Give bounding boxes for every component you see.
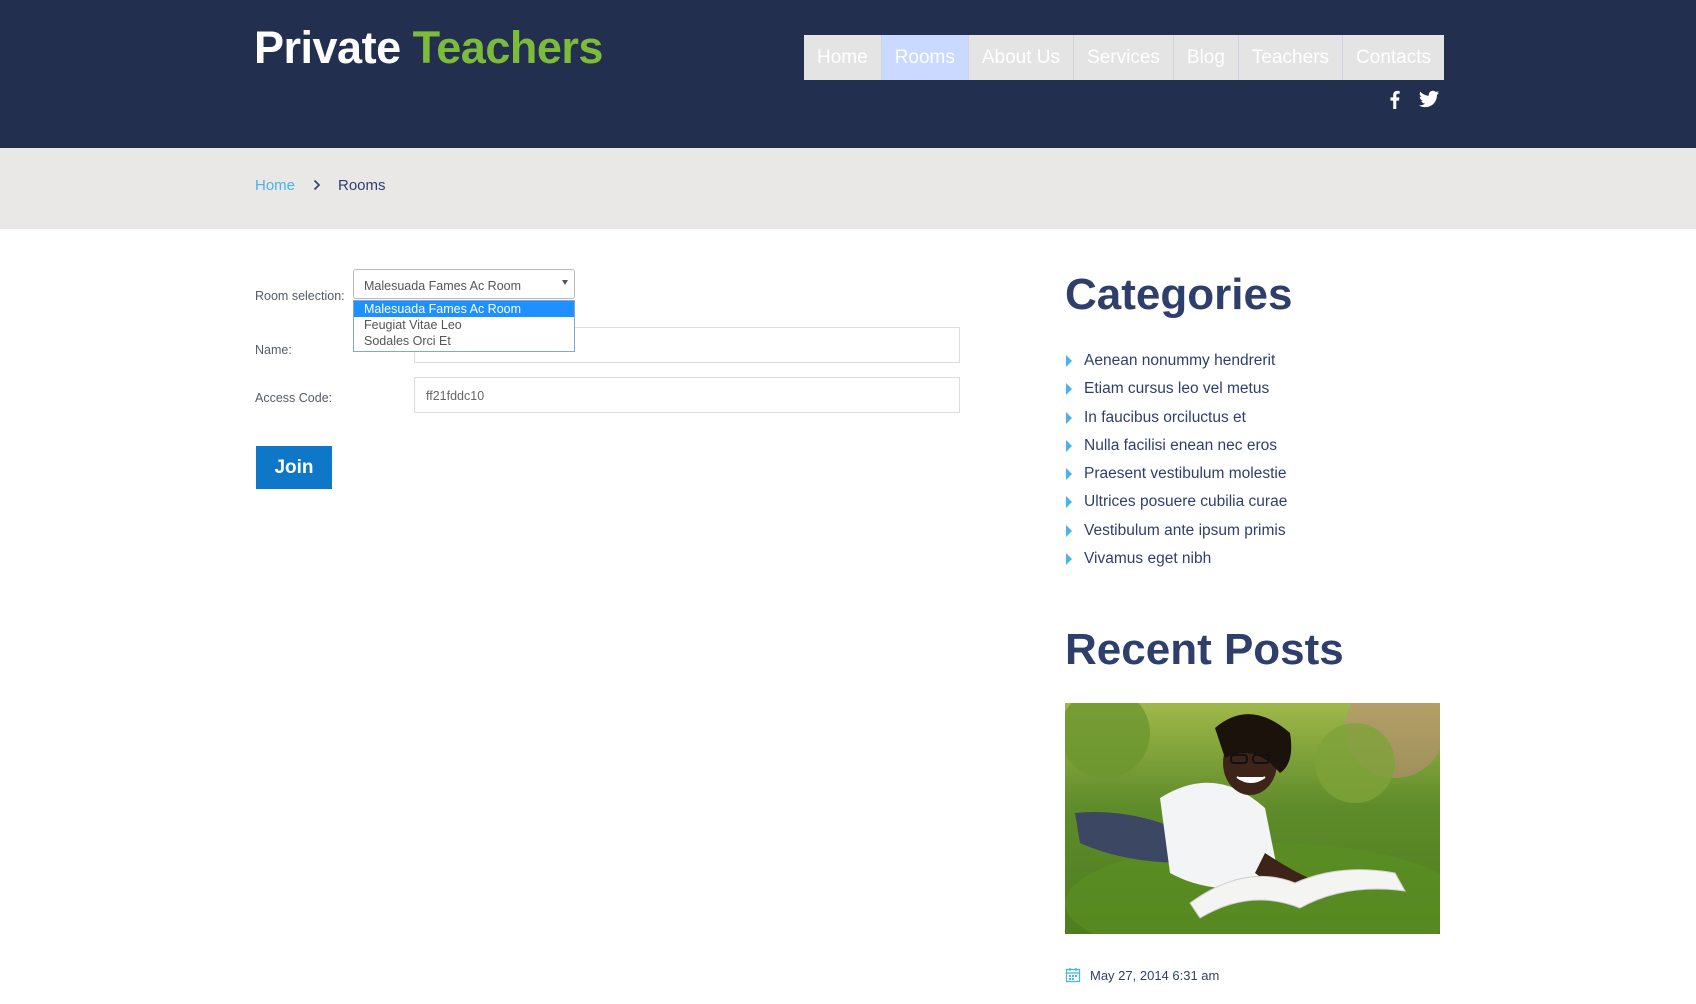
category-label: Praesent vestibulum molestie [1084, 465, 1287, 483]
room-select-value: Malesuada Fames Ac Room [364, 279, 522, 293]
categories-list: Aenean nonummy hendrerit Etiam cursus le… [1066, 350, 1287, 576]
category-label: Ultrices posuere cubilia curae [1084, 493, 1288, 511]
room-select[interactable]: Malesuada Fames Ac Room [353, 269, 575, 299]
caret-down-icon [562, 280, 568, 285]
caret-right-icon [1066, 468, 1072, 481]
category-item[interactable]: In faucibus orciluctus et [1066, 407, 1287, 435]
site-header: Private Teachers Home Rooms About Us Ser… [0, 0, 1696, 148]
room-dropdown-list: Malesuada Fames Ac Room Feugiat Vitae Le… [353, 300, 575, 352]
category-item[interactable]: Praesent vestibulum molestie [1066, 463, 1287, 491]
room-option[interactable]: Sodales Orci Et [354, 333, 574, 349]
main-nav: Home Rooms About Us Services Blog Teache… [804, 35, 1445, 80]
name-label: Name: [255, 343, 292, 357]
caret-right-icon [1066, 383, 1072, 396]
category-item[interactable]: Etiam cursus leo vel metus [1066, 378, 1287, 406]
nav-home[interactable]: Home [804, 35, 882, 80]
caret-right-icon [1066, 411, 1072, 424]
caret-right-icon [1066, 355, 1072, 367]
category-item[interactable]: Vivamus eget nibh [1066, 548, 1287, 576]
caret-right-icon [1066, 553, 1072, 566]
category-item[interactable]: Ultrices posuere cubilia curae [1066, 491, 1287, 519]
recent-post-image[interactable] [1065, 703, 1440, 934]
facebook-icon[interactable] [1384, 88, 1406, 110]
breadcrumb-home-link[interactable]: Home [255, 177, 295, 194]
caret-right-icon [1066, 439, 1072, 452]
room-option[interactable]: Malesuada Fames Ac Room [354, 301, 574, 317]
calendar-icon [1065, 967, 1081, 983]
room-selection-label: Room selection: [255, 289, 345, 303]
nav-contacts[interactable]: Contacts [1343, 35, 1444, 80]
nav-about-us[interactable]: About Us [969, 35, 1075, 80]
caret-right-icon [1066, 496, 1072, 509]
categories-heading: Categories [1065, 270, 1293, 319]
category-label: In faucibus orciluctus et [1084, 408, 1246, 426]
category-label: Vestibulum ante ipsum primis [1084, 521, 1286, 539]
category-item[interactable]: Aenean nonummy hendrerit [1066, 350, 1287, 378]
join-button[interactable]: Join [256, 446, 332, 489]
access-code-field[interactable]: ff21fddc10 [414, 377, 960, 413]
category-label: Etiam cursus leo vel metus [1084, 380, 1270, 398]
nav-blog[interactable]: Blog [1174, 35, 1239, 80]
post-date: May 27, 2014 6:31 am [1090, 968, 1220, 983]
nav-teachers[interactable]: Teachers [1239, 35, 1344, 80]
recent-posts-heading: Recent Posts [1065, 625, 1344, 674]
chevron-right-icon [310, 178, 324, 192]
caret-right-icon [1066, 524, 1072, 537]
breadcrumb-current: Rooms [338, 177, 386, 194]
category-label: Vivamus eget nibh [1084, 550, 1212, 568]
site-logo[interactable]: Private Teachers [254, 22, 603, 74]
category-item[interactable]: Vestibulum ante ipsum primis [1066, 520, 1287, 548]
nav-rooms[interactable]: Rooms [881, 35, 969, 80]
breadcrumb: Home Rooms [0, 148, 1696, 229]
logo-word-private: Private [254, 22, 401, 73]
access-code-label: Access Code: [255, 391, 333, 405]
logo-word-teachers: Teachers [412, 22, 604, 73]
room-option[interactable]: Feugiat Vitae Leo [354, 317, 574, 333]
twitter-icon[interactable] [1418, 88, 1440, 110]
category-label: Aenean nonummy hendrerit [1084, 352, 1276, 369]
category-item[interactable]: Nulla facilisi enean nec eros [1066, 435, 1287, 463]
nav-services[interactable]: Services [1074, 35, 1174, 80]
category-label: Nulla facilisi enean nec eros [1084, 436, 1277, 454]
